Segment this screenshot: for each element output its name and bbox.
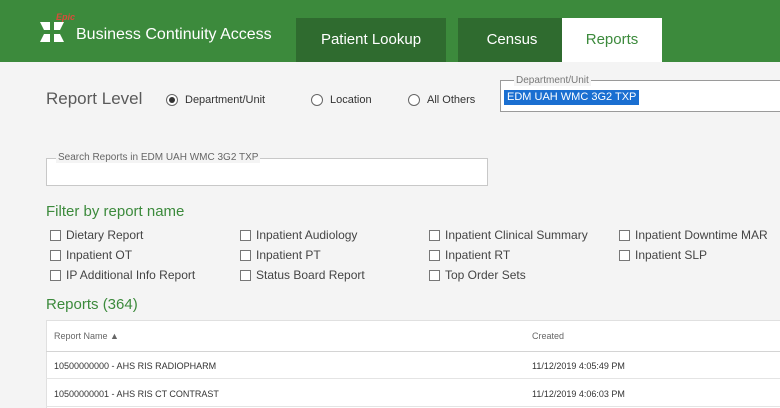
tab-reports[interactable]: Reports [562,18,662,62]
checkbox-icon [50,229,61,241]
column-header-created[interactable]: Created [532,331,564,341]
reports-table-header [46,320,780,352]
search-reports-legend: Search Reports in EDM UAH WMC 3G2 TXP [56,152,261,163]
radio-selected-icon [166,94,178,106]
checkbox-icon [50,269,61,281]
checkbox-label: Inpatient PT [256,248,321,262]
tab-census[interactable]: Census [458,18,566,62]
filter-checkbox-status-board-report[interactable]: Status Board Report [240,267,365,283]
row-created: 11/12/2019 4:06:03 PM [532,389,625,399]
checkbox-label: Inpatient Clinical Summary [445,228,588,242]
checkbox-icon [429,229,440,241]
filter-checkbox-inpatient-slp[interactable]: Inpatient SLP [619,247,707,263]
app-logo-icon [40,22,64,42]
report-level-label: Report Level [46,89,143,108]
filter-checkbox-dietary-report[interactable]: Dietary Report [50,227,143,243]
table-row[interactable]: 10500000001 - AHS RIS CT CONTRAST 11/12/… [46,380,780,407]
filter-checkbox-inpatient-audiology[interactable]: Inpatient Audiology [240,227,357,243]
tab-patient-lookup[interactable]: Patient Lookup [296,18,446,62]
checkbox-label: IP Additional Info Report [66,268,196,282]
filter-checkbox-inpatient-pt[interactable]: Inpatient PT [240,247,321,263]
checkbox-icon [50,249,61,261]
column-header-report-name[interactable]: Report Name ▲ [54,331,119,341]
reports-count-title: Reports (364) [46,296,138,313]
epic-logo-text: Epic [56,12,76,22]
table-row[interactable]: 10500000000 - AHS RIS RADIOPHARM 11/12/2… [46,352,780,379]
checkbox-label: Inpatient SLP [635,248,708,262]
filter-checkbox-inpatient-rt[interactable]: Inpatient RT [429,247,510,263]
app-title: Business Continuity Access [76,26,272,43]
checkbox-icon [240,229,251,241]
checkbox-label: Status Board Report [256,268,365,282]
department-unit-value[interactable]: EDM UAH WMC 3G2 TXP [504,90,640,105]
checkbox-icon [429,249,440,261]
radio-label: Location [330,94,372,106]
filter-checkbox-inpatient-clinical-summary[interactable]: Inpatient Clinical Summary [429,227,588,243]
checkbox-icon [240,269,251,281]
radio-unselected-icon [408,94,420,106]
checkbox-label: Inpatient Audiology [256,228,358,242]
filter-checkbox-inpatient-ot[interactable]: Inpatient OT [50,247,132,263]
radio-all-others[interactable]: All Others [408,91,475,109]
checkbox-icon [240,249,251,261]
filter-checkbox-top-order-sets[interactable]: Top Order Sets [429,267,526,283]
row-report-name: 10500000001 - AHS RIS CT CONTRAST [54,389,219,399]
row-report-name: 10500000000 - AHS RIS RADIOPHARM [54,361,217,371]
checkbox-label: Dietary Report [66,228,144,242]
checkbox-icon [619,229,630,241]
row-created: 11/12/2019 4:05:49 PM [532,361,625,371]
radio-label: All Others [427,94,476,106]
radio-department-unit[interactable]: Department/Unit [166,91,265,109]
radio-label: Department/Unit [185,94,266,106]
checkbox-label: Inpatient Downtime MAR [635,228,768,242]
radio-unselected-icon [311,94,323,106]
radio-location[interactable]: Location [311,91,372,109]
checkbox-label: Inpatient OT [66,248,133,262]
checkbox-icon [619,249,630,261]
checkbox-icon [429,269,440,281]
checkbox-label: Top Order Sets [445,268,526,282]
filter-checkbox-ip-additional-info-report[interactable]: IP Additional Info Report [50,267,195,283]
filter-checkbox-inpatient-downtime-mar[interactable]: Inpatient Downtime MAR [619,227,768,243]
checkbox-label: Inpatient RT [445,248,511,262]
department-unit-legend: Department/Unit [514,75,591,86]
filter-title: Filter by report name [46,203,185,220]
